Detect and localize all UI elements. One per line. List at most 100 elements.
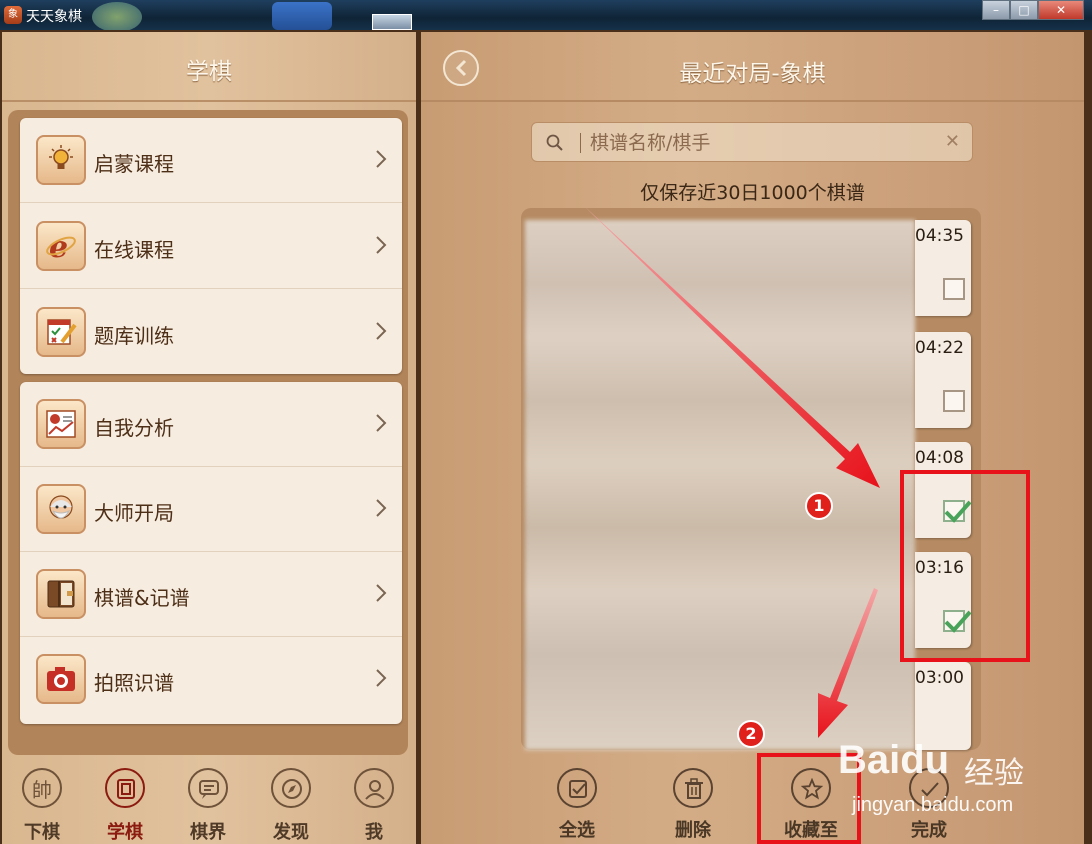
action-label: 删除: [675, 820, 711, 841]
nav-tab-community[interactable]: 棋界: [173, 764, 243, 844]
nav-tab-label: 我: [365, 822, 383, 843]
chevron-right-icon: [376, 322, 387, 340]
svg-text:e: e: [49, 230, 68, 262]
game-row[interactable]: 03:00: [915, 662, 971, 750]
game-time: 04:35: [915, 226, 964, 246]
menu-item-label: 自我分析: [94, 416, 174, 440]
menu-item-label: 题库训练: [94, 324, 174, 348]
background-taskbar-icon: [92, 2, 142, 32]
select-checkbox[interactable]: [943, 390, 965, 412]
chevron-right-icon: [376, 236, 387, 254]
action-label: 完成: [911, 820, 947, 841]
trash-icon: [673, 768, 713, 808]
search-icon: [546, 134, 563, 151]
recent-games-panel: 最近对局-象棋 ✕ 仅保存近30日1000个棋谱 04:35 04:22 04:…: [421, 32, 1084, 844]
window-titlebar: 象 天天象棋 – □ ✕: [0, 0, 1092, 32]
exam-pencil-icon: [36, 307, 86, 357]
checkmark-icon: [944, 500, 972, 523]
storage-notice: 仅保存近30日1000个棋谱: [640, 182, 865, 204]
game-time: 04:22: [915, 338, 964, 358]
window-controls: – □ ✕: [982, 0, 1084, 20]
camera-icon: [36, 654, 86, 704]
chat-bubble-icon: [188, 768, 228, 808]
master-avatar-icon: [36, 484, 86, 534]
nav-tab-label: 学棋: [107, 822, 143, 843]
menu-item-label: 棋谱&记谱: [94, 586, 190, 610]
recent-games-header: 最近对局-象棋: [421, 32, 1084, 102]
background-taskbar-icon: [272, 2, 332, 30]
done-icon: [909, 768, 949, 808]
learn-title: 学棋: [186, 59, 232, 85]
search-divider: [580, 133, 581, 153]
background-taskbar-icon: [372, 14, 412, 30]
star-icon: [791, 768, 831, 808]
analysis-chart-icon: [36, 399, 86, 449]
menu-item-question-bank[interactable]: 题库训练: [20, 290, 402, 375]
favorite-to-button[interactable]: 收藏至: [771, 768, 851, 844]
notebook-icon: [36, 569, 86, 619]
game-row[interactable]: 04:35: [915, 220, 971, 316]
nav-tab-play[interactable]: 帥 下棋: [7, 764, 77, 844]
menu-item-enlightenment-course[interactable]: 启蒙课程: [20, 118, 402, 203]
menu-item-label: 大师开局: [94, 501, 174, 525]
maximize-button[interactable]: □: [1010, 0, 1038, 20]
select-checkbox-checked[interactable]: [943, 610, 972, 633]
chevron-right-icon: [376, 669, 387, 687]
svg-text:帥: 帥: [32, 778, 52, 800]
menu-group-tools: 自我分析 大师开局 棋谱&记谱 拍照识谱: [20, 382, 402, 724]
action-label: 收藏至: [784, 820, 838, 841]
learn-header: 学棋: [2, 32, 416, 102]
nav-tab-label: 棋界: [190, 822, 226, 843]
menu-item-game-records[interactable]: 棋谱&记谱: [20, 552, 402, 637]
menu-item-label: 启蒙课程: [94, 152, 174, 176]
menu-item-self-analysis[interactable]: 自我分析: [20, 382, 402, 467]
game-time: 03:16: [915, 558, 964, 578]
chevron-right-icon: [376, 499, 387, 517]
game-time: 04:08: [915, 448, 964, 468]
edit-actions-bar: 全选 删除 收藏至 完成: [421, 758, 1084, 844]
search-input[interactable]: [590, 129, 930, 157]
select-all-icon: [557, 768, 597, 808]
menu-item-photo-recognition[interactable]: 拍照识谱: [20, 637, 402, 722]
search-bar: ✕: [531, 122, 973, 162]
learn-panel: 学棋 启蒙课程 e 在线课程 题库训练 自我分析 大师开局 棋谱&记谱 拍照识谱: [2, 32, 416, 844]
menu-item-online-course[interactable]: e 在线课程: [20, 204, 402, 289]
book-icon: [105, 768, 145, 808]
done-button[interactable]: 完成: [889, 768, 969, 844]
nav-tab-discover[interactable]: 发现: [256, 764, 326, 844]
menu-group-courses: 启蒙课程 e 在线课程 题库训练: [20, 118, 402, 374]
select-all-button[interactable]: 全选: [537, 768, 617, 844]
game-row[interactable]: 04:22: [915, 332, 971, 428]
chevron-right-icon: [376, 584, 387, 602]
user-icon: [354, 768, 394, 808]
game-row[interactable]: 03:16: [915, 552, 972, 648]
chevron-right-icon: [376, 150, 387, 168]
clear-icon[interactable]: ✕: [945, 131, 960, 152]
nav-tab-me[interactable]: 我: [339, 764, 409, 844]
nav-tab-learn[interactable]: 学棋: [90, 764, 160, 844]
window-title: 天天象棋: [26, 9, 82, 25]
checkmark-icon: [944, 610, 972, 633]
chess-piece-icon: 帥: [22, 768, 62, 808]
menu-item-master-opening[interactable]: 大师开局: [20, 467, 402, 552]
chevron-right-icon: [376, 414, 387, 432]
delete-button[interactable]: 删除: [653, 768, 733, 844]
main-bottom-nav: 帥 下棋 学棋 棋界 发现 我: [2, 758, 416, 844]
app-window: { "window": { "app_icon_text": "象", "tit…: [0, 0, 1092, 844]
ie-browser-icon: e: [36, 221, 86, 271]
close-button[interactable]: ✕: [1038, 0, 1084, 20]
compass-icon: [271, 768, 311, 808]
blurred-game-details: [525, 220, 915, 750]
nav-tab-label: 发现: [273, 822, 309, 843]
action-label: 全选: [559, 820, 595, 841]
select-checkbox[interactable]: [943, 278, 965, 300]
game-time: 03:00: [915, 668, 964, 688]
minimize-button[interactable]: –: [982, 0, 1010, 20]
select-checkbox-checked[interactable]: [943, 500, 972, 523]
menu-item-label: 拍照识谱: [94, 671, 174, 695]
lightbulb-icon: [36, 135, 86, 185]
menu-item-label: 在线课程: [94, 238, 174, 262]
nav-tab-label: 下棋: [24, 822, 60, 843]
game-row[interactable]: 04:08: [915, 442, 972, 538]
app-icon: 象: [4, 6, 22, 24]
